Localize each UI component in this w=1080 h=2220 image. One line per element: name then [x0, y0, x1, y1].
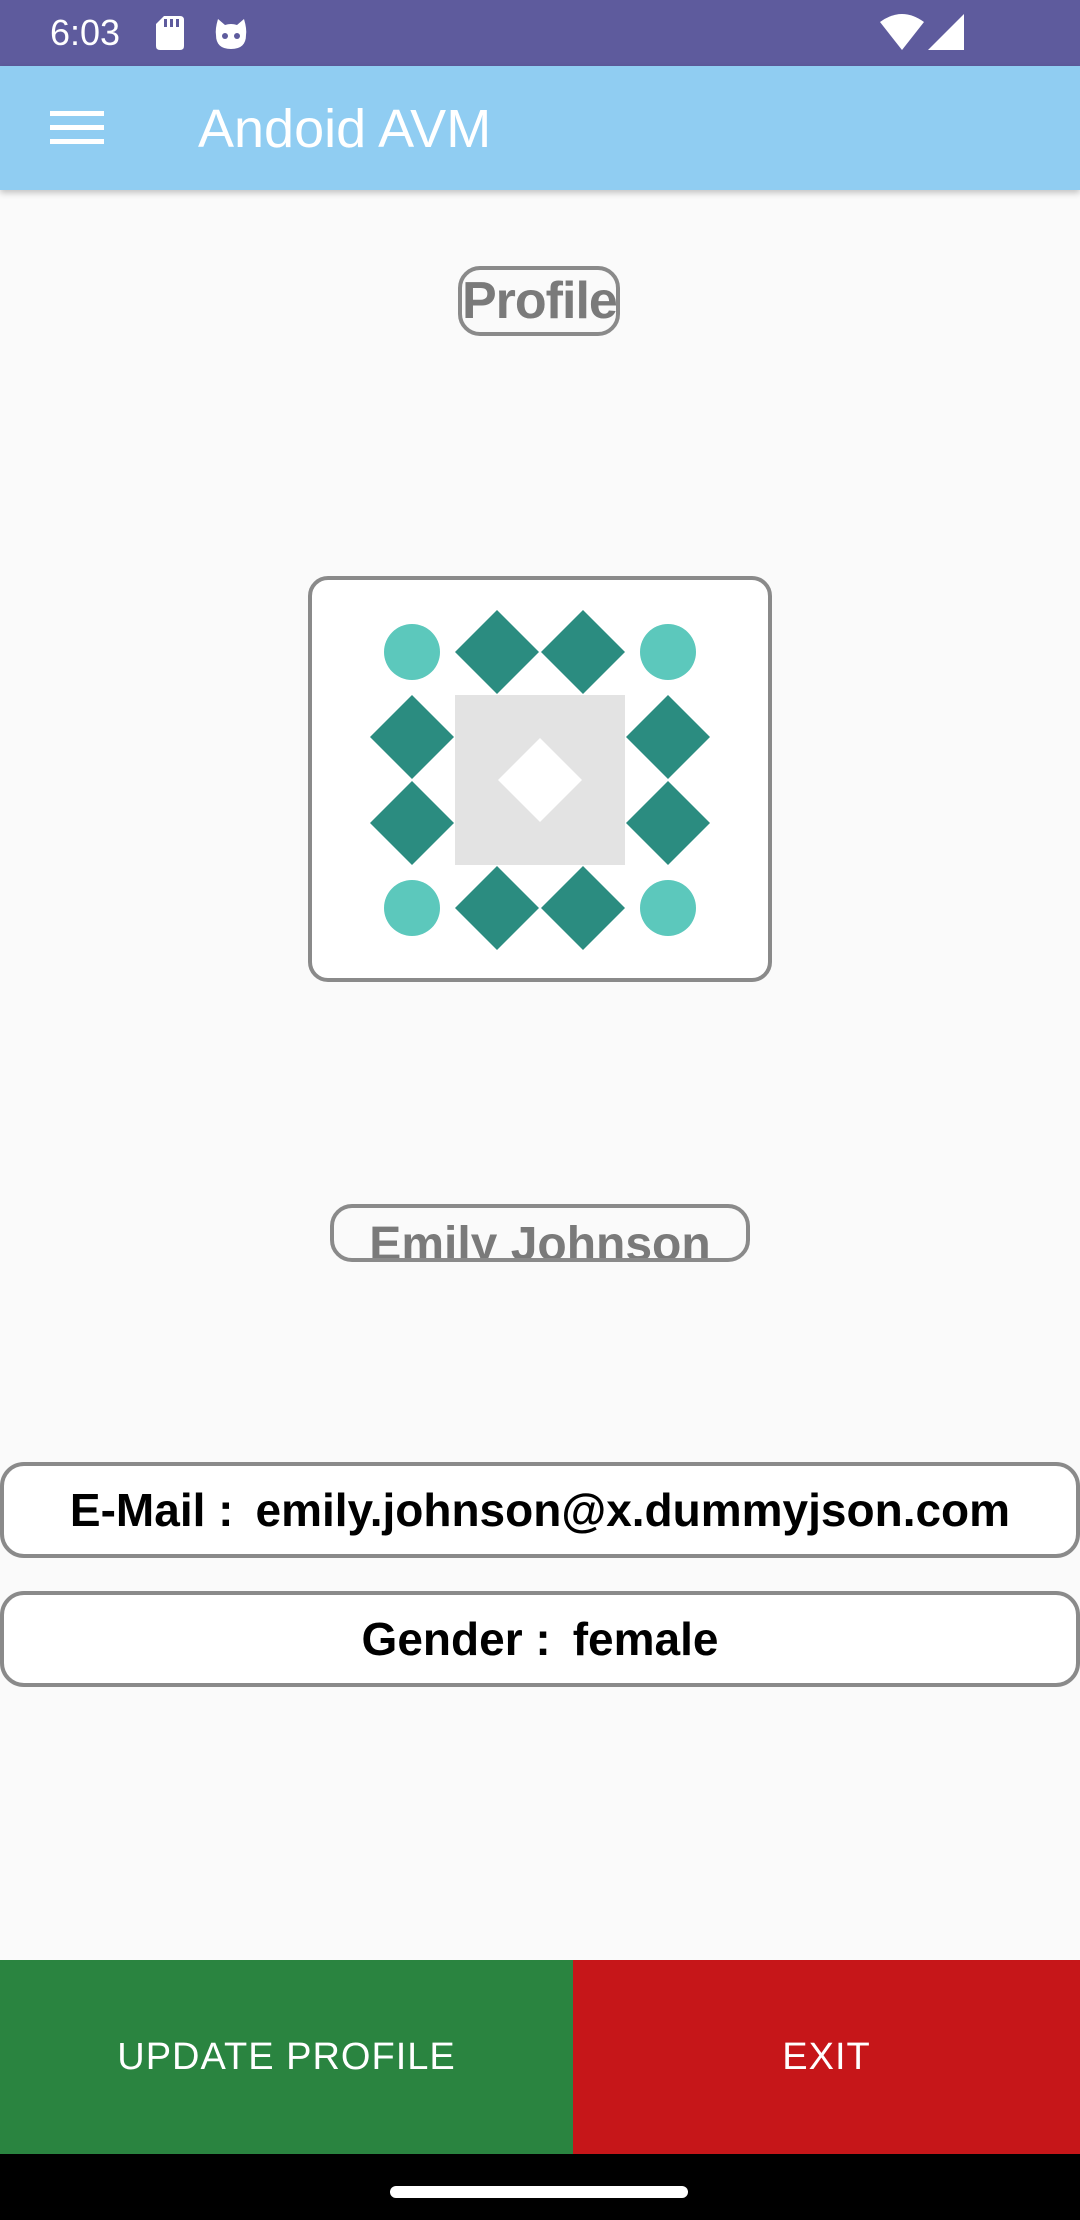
sd-card-icon [156, 16, 184, 50]
status-time: 6:03 [50, 12, 121, 53]
gender-label: Gender : [361, 1613, 551, 1665]
navigation-bar [0, 2154, 1080, 2220]
signal-icon [928, 14, 964, 50]
status-bar: 6:03 [0, 0, 1080, 66]
email-label: E-Mail : [69, 1484, 234, 1536]
home-gesture-handle[interactable] [390, 2186, 688, 2198]
update-profile-button[interactable]: UPDATE PROFILE [0, 1960, 573, 2154]
profile-heading: Profile [458, 266, 620, 336]
wifi-icon [880, 14, 924, 50]
app-bar: Andoid AVM [0, 66, 1080, 190]
hamburger-menu-icon[interactable] [50, 108, 104, 148]
avatar [308, 576, 772, 982]
app-title: Andoid AVM [198, 99, 492, 159]
email-row: E-Mail : emily.johnson@x.dummyjson.com [0, 1462, 1080, 1558]
cat-notification-icon [215, 19, 247, 49]
profile-name: Emily Johnson [330, 1204, 750, 1262]
exit-button[interactable]: EXIT [573, 1960, 1080, 2154]
gender-value: female [572, 1613, 719, 1665]
email-value: emily.johnson@x.dummyjson.com [255, 1484, 1011, 1536]
identicon-avatar-icon [370, 610, 710, 950]
gender-row: Gender : female [0, 1591, 1080, 1687]
